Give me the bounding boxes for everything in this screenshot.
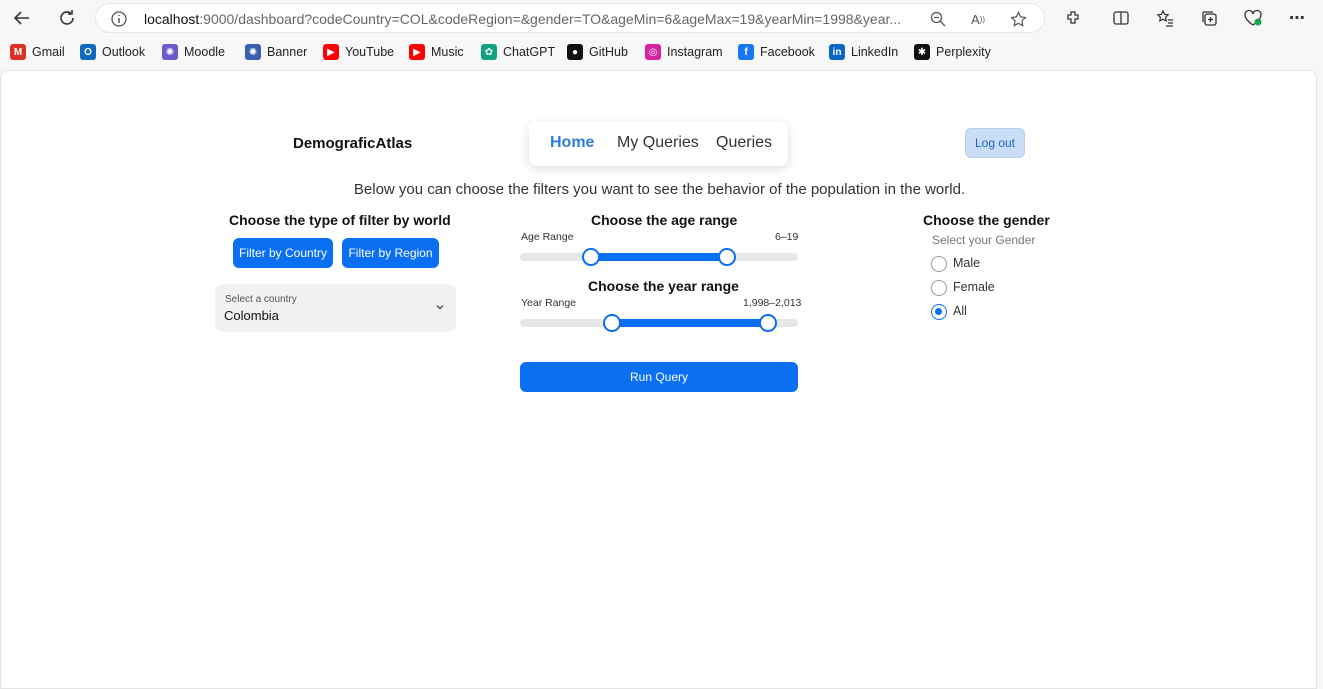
country-select-label: Select a country bbox=[225, 294, 297, 305]
youtube-icon: ▶ bbox=[323, 44, 339, 60]
nav-queries[interactable]: Queries bbox=[716, 134, 772, 152]
bookmark-gmail[interactable]: M Gmail bbox=[10, 43, 65, 61]
filter-by-region-button[interactable]: Filter by Region bbox=[342, 238, 439, 268]
perplexity-icon: ✱ bbox=[914, 44, 930, 60]
bookmark-label: Music bbox=[431, 45, 464, 59]
gender-all-label[interactable]: All bbox=[953, 304, 967, 318]
url-text[interactable]: localhost:9000/dashboard?codeCountry=COL… bbox=[144, 11, 914, 27]
bookmarks-bar: M Gmail O Outlook ✺ Moodle ✺ Banner ▶ YouTube ▶ Mus… bbox=[0, 38, 1323, 66]
bookmark-chatgpt[interactable]: ✿ ChatGPT bbox=[481, 43, 555, 61]
year-max-thumb[interactable] bbox=[759, 314, 777, 332]
run-query-button[interactable]: Run Query bbox=[520, 362, 798, 392]
year-range-label: Year Range bbox=[521, 297, 577, 309]
year-slider-fill bbox=[612, 319, 768, 327]
extensions-icon[interactable] bbox=[1061, 6, 1085, 30]
bookmark-github[interactable]: ● GitHub bbox=[567, 43, 628, 61]
github-icon: ● bbox=[567, 44, 583, 60]
address-bar[interactable]: localhost:9000/dashboard?codeCountry=COL… bbox=[95, 3, 1045, 33]
favorite-star-icon[interactable] bbox=[1008, 9, 1028, 29]
nav-home[interactable]: Home bbox=[550, 134, 594, 152]
refresh-icon[interactable] bbox=[55, 6, 79, 30]
url-host: localhost bbox=[144, 11, 200, 27]
linkedin-icon: in bbox=[829, 44, 845, 60]
intro-text: Below you can choose the filters you wan… bbox=[353, 181, 966, 198]
outlook-icon: O bbox=[80, 44, 96, 60]
chatgpt-icon: ✿ bbox=[481, 44, 497, 60]
main-nav: Home My Queries Queries bbox=[529, 121, 788, 166]
bookmark-label: Instagram bbox=[667, 45, 723, 59]
bookmark-moodle[interactable]: ✺ Moodle bbox=[162, 43, 225, 61]
gender-female-radio[interactable] bbox=[931, 280, 947, 296]
bookmark-label: YouTube bbox=[345, 45, 395, 59]
page-content: DemograficAtlas Home My Queries Queries … bbox=[0, 70, 1317, 689]
age-range-heading: Choose the age range bbox=[591, 212, 738, 228]
age-range-value: 6–19 bbox=[775, 231, 799, 243]
bookmark-music[interactable]: ▶ Music bbox=[409, 43, 464, 61]
year-min-thumb[interactable] bbox=[603, 314, 621, 332]
logout-button[interactable]: Log out bbox=[965, 128, 1025, 158]
bookmark-outlook[interactable]: O Outlook bbox=[80, 43, 145, 61]
instagram-icon: ◎ bbox=[645, 44, 661, 60]
browser-essentials-icon[interactable] bbox=[1241, 6, 1265, 30]
bookmark-label: Perplexity bbox=[936, 45, 991, 59]
collections-icon[interactable] bbox=[1197, 6, 1221, 30]
bookmark-label: Outlook bbox=[102, 45, 146, 59]
bookmark-label: Gmail bbox=[32, 45, 65, 59]
browser-toolbar: localhost:9000/dashboard?codeCountry=COL… bbox=[0, 0, 1323, 36]
split-screen-icon[interactable] bbox=[1109, 6, 1133, 30]
bookmark-label: Moodle bbox=[184, 45, 225, 59]
bookmark-label: ChatGPT bbox=[503, 45, 556, 59]
year-range-value: 1,998–2,013 bbox=[743, 297, 802, 309]
facebook-icon: f bbox=[738, 44, 754, 60]
bookmark-youtube[interactable]: ▶ YouTube bbox=[323, 43, 394, 61]
back-arrow-icon[interactable] bbox=[10, 6, 34, 30]
age-range-label: Age Range bbox=[521, 231, 574, 243]
gender-all-radio[interactable] bbox=[931, 304, 947, 320]
read-aloud-icon[interactable]: A)) bbox=[968, 9, 988, 29]
nav-my-queries[interactable]: My Queries bbox=[617, 134, 699, 152]
year-range-heading: Choose the year range bbox=[588, 278, 739, 294]
country-select[interactable]: Select a country Colombia bbox=[215, 284, 456, 332]
bookmark-banner[interactable]: ✺ Banner bbox=[245, 43, 307, 61]
bookmark-label: LinkedIn bbox=[851, 45, 899, 59]
site-info-icon[interactable] bbox=[110, 10, 128, 28]
bookmark-linkedin[interactable]: in LinkedIn bbox=[829, 43, 898, 61]
url-path: :9000/dashboard?codeCountry=COL&codeRegi… bbox=[199, 11, 902, 27]
gender-male-label[interactable]: Male bbox=[953, 256, 980, 270]
moodle-icon: ✺ bbox=[162, 44, 178, 60]
favorites-icon[interactable] bbox=[1153, 6, 1177, 30]
bookmark-label: Facebook bbox=[760, 45, 815, 59]
gender-female-label[interactable]: Female bbox=[953, 280, 995, 294]
chevron-down-icon bbox=[434, 300, 446, 312]
bookmark-label: GitHub bbox=[589, 45, 628, 59]
gender-heading: Choose the gender bbox=[923, 212, 1050, 228]
filter-by-country-button[interactable]: Filter by Country bbox=[233, 238, 333, 268]
filter-type-heading: Choose the type of filter by world bbox=[229, 212, 451, 228]
age-max-thumb[interactable] bbox=[718, 248, 736, 266]
age-slider-fill bbox=[591, 253, 727, 261]
bookmark-facebook[interactable]: f Facebook bbox=[738, 43, 815, 61]
zoom-icon[interactable] bbox=[928, 9, 948, 29]
gender-subtitle: Select your Gender bbox=[932, 233, 1036, 247]
country-select-value: Colombia bbox=[224, 308, 279, 323]
bookmark-label: Banner bbox=[267, 45, 308, 59]
more-options-icon[interactable]: ⋯ bbox=[1285, 6, 1309, 30]
gender-male-radio[interactable] bbox=[931, 256, 947, 272]
youtube-music-icon: ▶ bbox=[409, 44, 425, 60]
age-min-thumb[interactable] bbox=[582, 248, 600, 266]
bookmark-instagram[interactable]: ◎ Instagram bbox=[645, 43, 723, 61]
banner-icon: ✺ bbox=[245, 44, 261, 60]
gmail-icon: M bbox=[10, 44, 26, 60]
brand-title: DemograficAtlas bbox=[293, 135, 413, 152]
bookmark-perplexity[interactable]: ✱ Perplexity bbox=[914, 43, 991, 61]
